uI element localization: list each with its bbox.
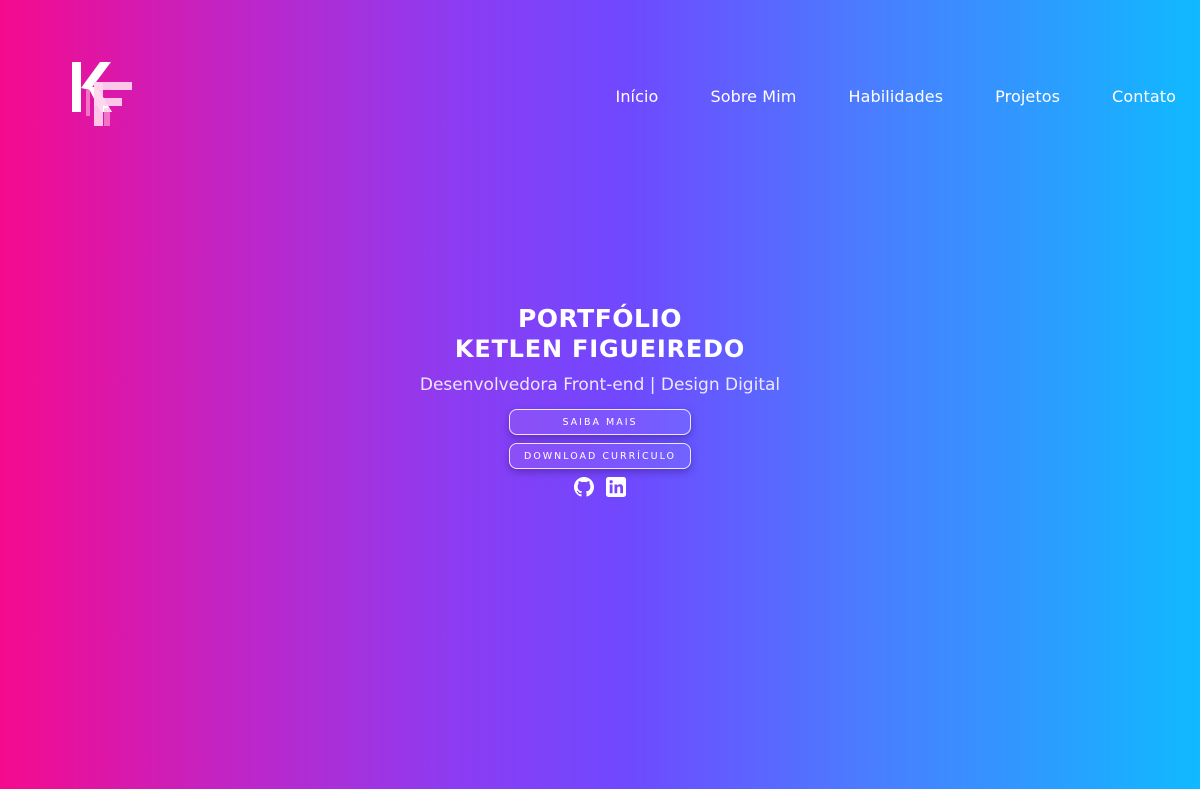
owner-name: KETLEN FIGUEIREDO [454,335,746,363]
learn-more-label: SAIBA MAIS [562,416,638,428]
download-cv-button[interactable]: DOWNLOAD CURRÍCULO [509,443,691,469]
linkedin-icon[interactable] [606,477,626,497]
nav-item-habilidades[interactable]: Habilidades [848,87,943,106]
download-cv-label: DOWNLOAD CURRÍCULO [524,450,676,462]
kf-monogram-logo-icon [72,62,132,126]
learn-more-button[interactable]: SAIBA MAIS [509,409,691,435]
social-links [574,477,626,497]
page-title: PORTFÓLIO [517,304,683,333]
github-icon[interactable] [574,477,594,497]
nav-item-inicio[interactable]: Início [616,87,659,106]
hero-subtitle: Desenvolvedora Front-end | Design Digita… [419,375,781,395]
hero-section: PORTFÓLIO KETLEN FIGUEIREDO Desenvolvedo… [0,304,1200,497]
nav-item-contato[interactable]: Contato [1112,87,1176,106]
nav-item-sobre-mim[interactable]: Sobre Mim [710,87,796,106]
main-nav: Início Sobre Mim Habilidades Projetos Co… [616,87,1177,106]
nav-item-projetos[interactable]: Projetos [995,87,1060,106]
kf-logo[interactable] [70,60,140,130]
